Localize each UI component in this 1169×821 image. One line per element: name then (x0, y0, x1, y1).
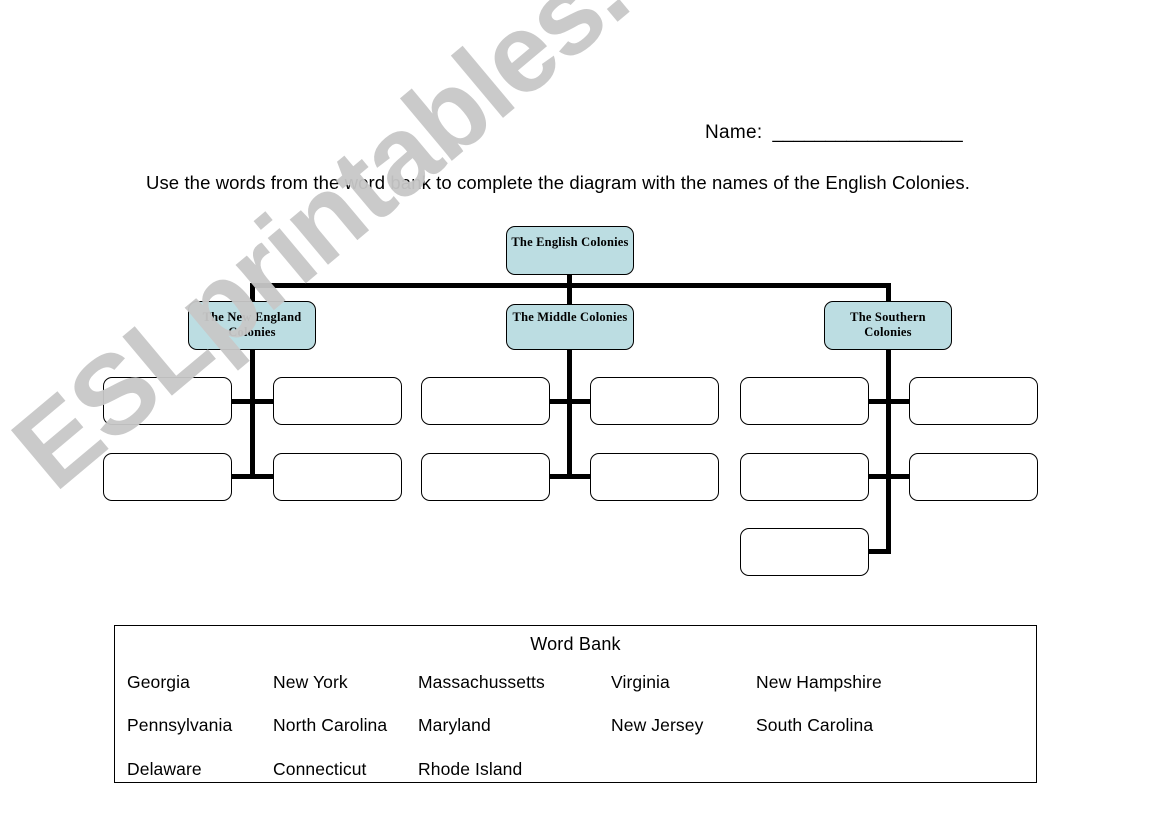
word-bank-word[interactable]: Rhode Island (418, 759, 522, 780)
word-bank-word[interactable]: Pennsylvania (127, 715, 232, 736)
word-bank: Word Bank Georgia New York Massachussett… (114, 625, 1037, 783)
blank-box-southern-2[interactable] (909, 377, 1038, 425)
connector-spine-middle (567, 350, 572, 478)
blank-box-new-england-3[interactable] (103, 453, 232, 501)
connector-rung-middle-1 (548, 399, 591, 404)
connector-spine-southern (886, 350, 891, 554)
node-new-england-colonies[interactable]: The New England Colonies (188, 301, 316, 350)
node-southern-colonies-label: The Southern Colonies (850, 310, 926, 339)
word-bank-word[interactable]: Virginia (611, 672, 670, 693)
word-bank-row: Georgia New York Massachussetts Virginia… (115, 672, 1036, 696)
node-southern-colonies[interactable]: The Southern Colonies (824, 301, 952, 350)
node-english-colonies-label: The English Colonies (511, 235, 629, 249)
word-bank-word[interactable]: Georgia (127, 672, 190, 693)
blank-box-new-england-4[interactable] (273, 453, 402, 501)
word-bank-word[interactable]: New York (273, 672, 348, 693)
blank-box-southern-3[interactable] (740, 453, 869, 501)
blank-box-middle-4[interactable] (590, 453, 719, 501)
word-bank-word[interactable]: Delaware (127, 759, 202, 780)
node-middle-colonies[interactable]: The Middle Colonies (506, 304, 634, 350)
word-bank-word[interactable]: New Jersey (611, 715, 703, 736)
connector-rung-southern-3 (867, 549, 891, 554)
word-bank-row: Delaware Connecticut Rhode Island (115, 759, 1036, 783)
blank-box-southern-5[interactable] (740, 528, 869, 576)
connector-rung-middle-2 (548, 474, 591, 479)
connector-rung-new-england-1 (231, 399, 274, 404)
worksheet-page: Name: __________________ Use the words fr… (0, 0, 1169, 821)
blank-box-new-england-2[interactable] (273, 377, 402, 425)
connector-spine-new-england (250, 350, 255, 478)
connector-rung-new-england-2 (231, 474, 274, 479)
node-new-england-colonies-label: The New England Colonies (202, 310, 302, 339)
blank-box-middle-1[interactable] (421, 377, 550, 425)
connector-rung-southern-2 (867, 474, 910, 479)
blank-box-new-england-1[interactable] (103, 377, 232, 425)
blank-box-middle-3[interactable] (421, 453, 550, 501)
blank-box-southern-4[interactable] (909, 453, 1038, 501)
blank-box-southern-1[interactable] (740, 377, 869, 425)
blank-box-middle-2[interactable] (590, 377, 719, 425)
connector-rung-southern-1 (867, 399, 910, 404)
connector-drop-middle (567, 283, 572, 306)
connector-drop-new-england (250, 283, 255, 303)
word-bank-word[interactable]: Connecticut (273, 759, 367, 780)
word-bank-word[interactable]: Maryland (418, 715, 491, 736)
node-english-colonies[interactable]: The English Colonies (506, 226, 634, 275)
connector-drop-southern (886, 283, 891, 303)
word-bank-word[interactable]: New Hampshire (756, 672, 882, 693)
colonies-diagram: The English Colonies The New England Col… (0, 0, 1169, 620)
word-bank-word[interactable]: Massachussetts (418, 672, 545, 693)
node-middle-colonies-label: The Middle Colonies (512, 310, 628, 324)
word-bank-row: Pennsylvania North Carolina Maryland New… (115, 715, 1036, 739)
word-bank-word[interactable]: South Carolina (756, 715, 873, 736)
word-bank-word[interactable]: North Carolina (273, 715, 387, 736)
word-bank-title: Word Bank (530, 634, 621, 654)
